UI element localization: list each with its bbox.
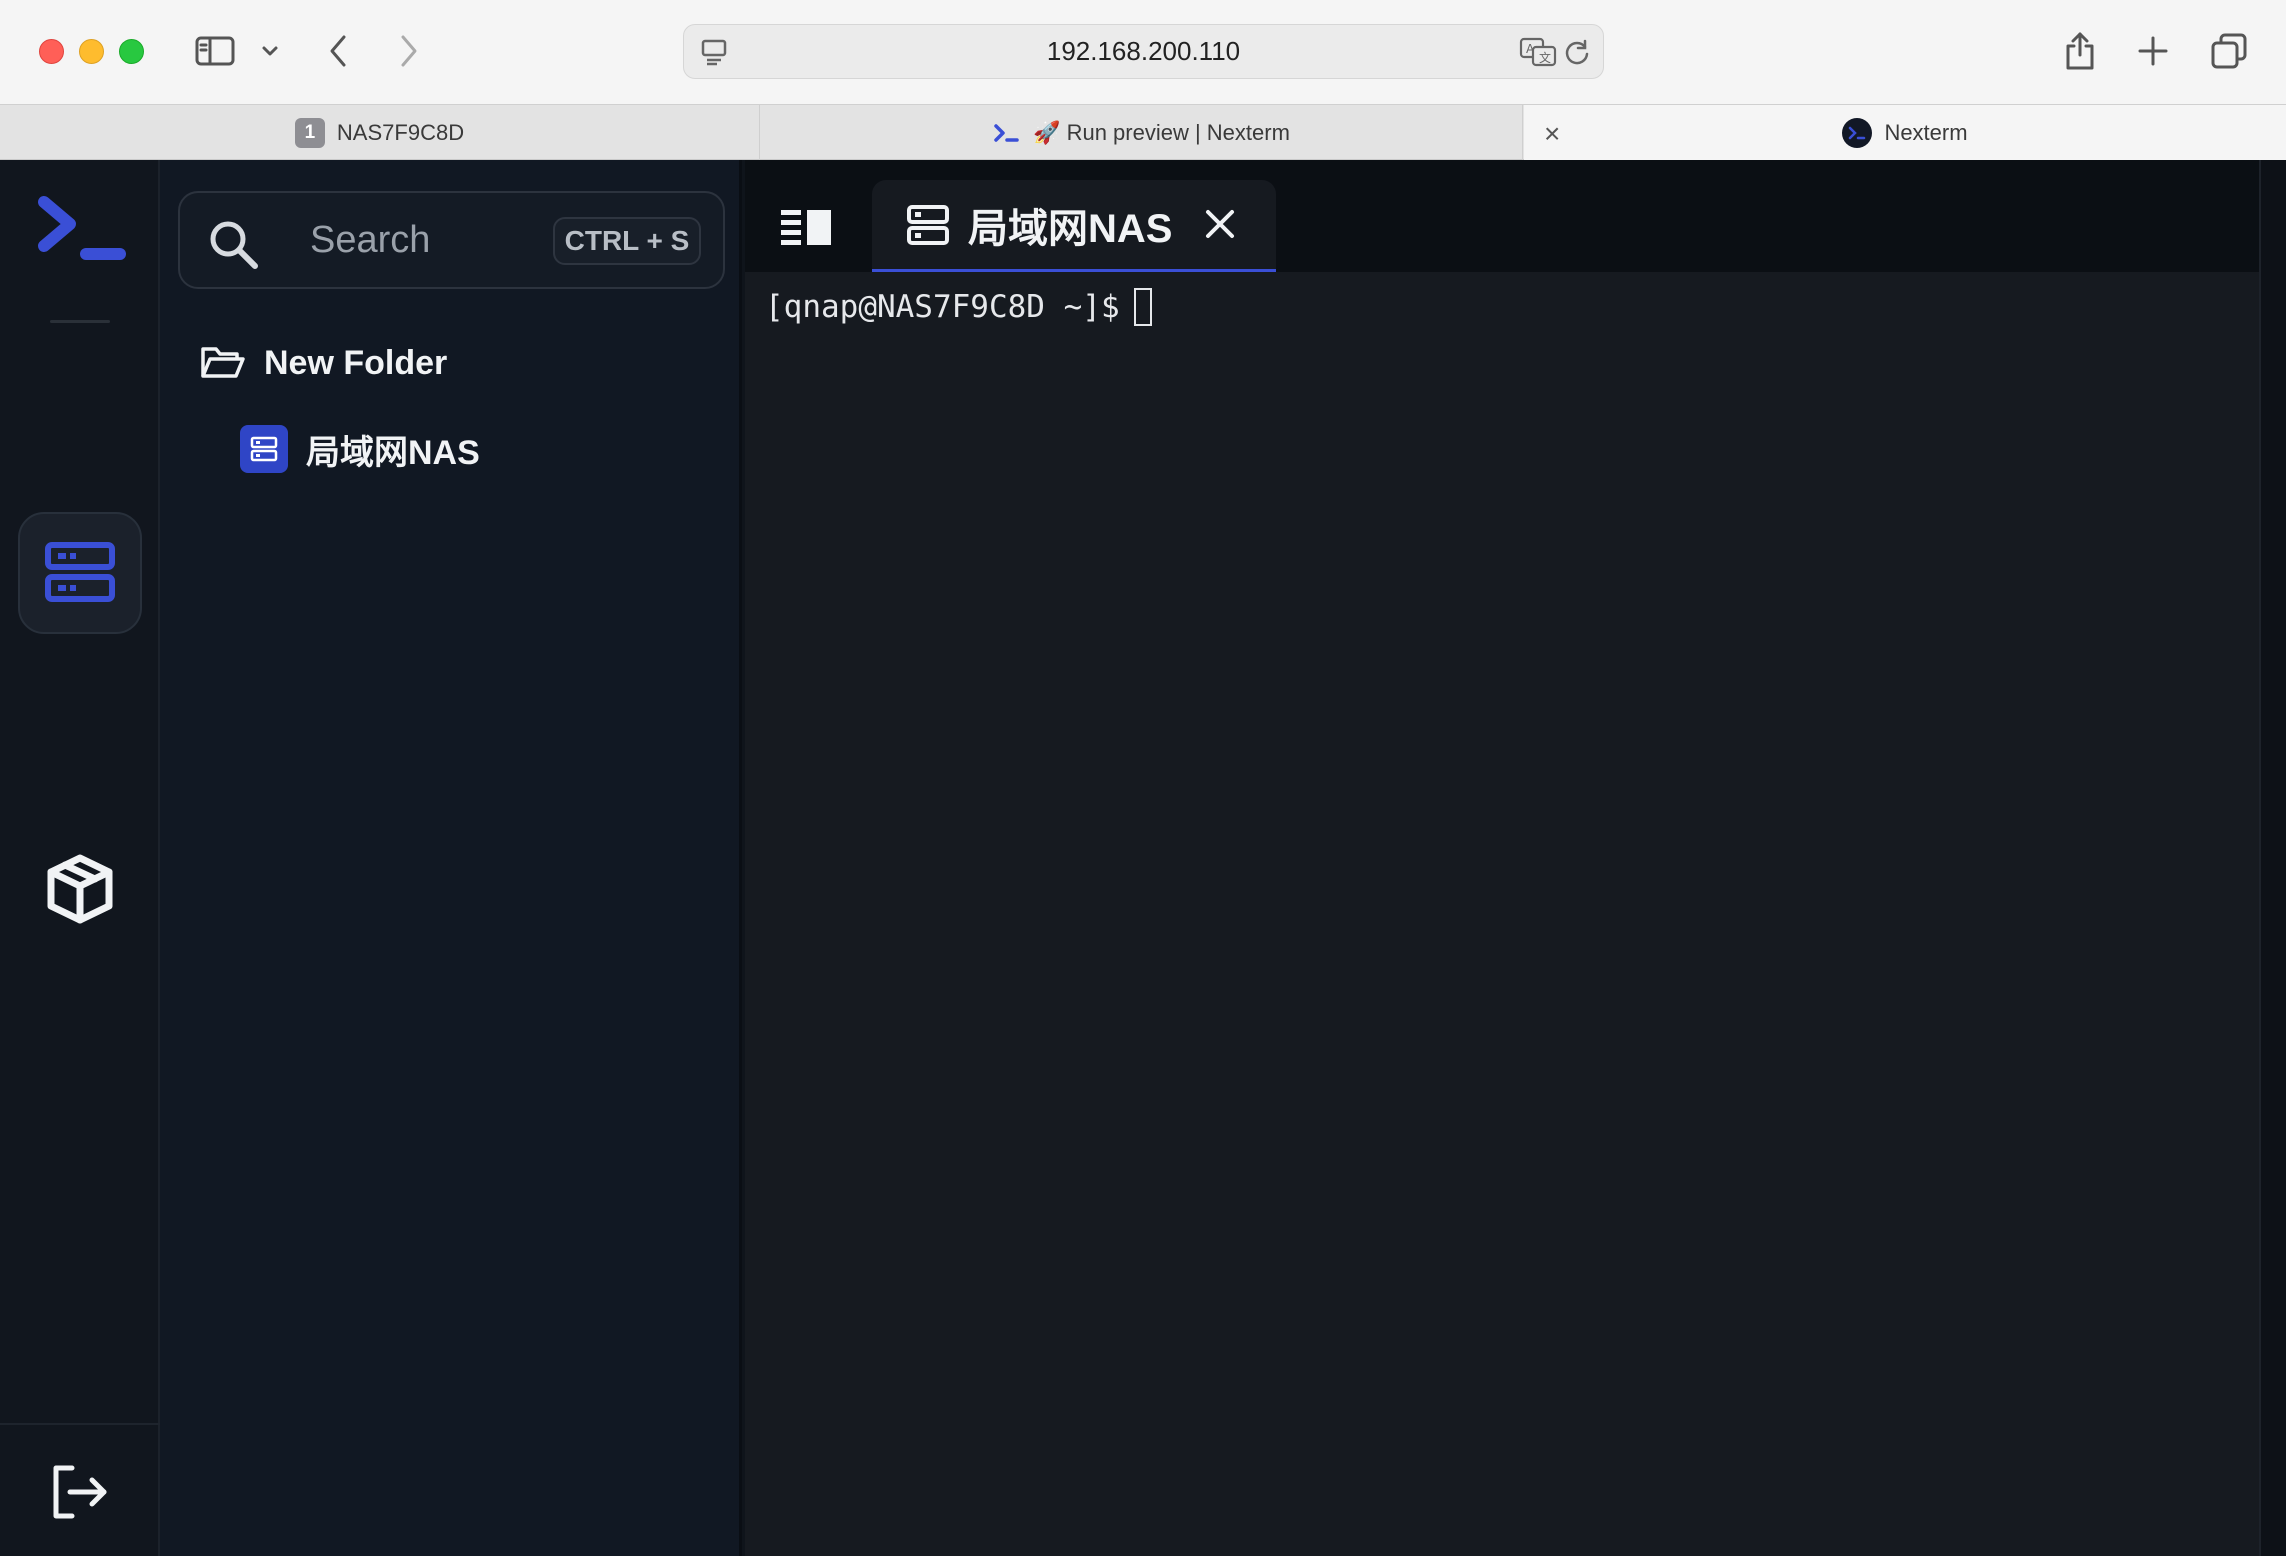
nexterm-app: Search CTRL + S New Folder 局域网NAS 局域网NAS… <box>0 160 2286 1556</box>
browser-tab-label: Nexterm <box>1884 120 1968 145</box>
server-sidebar: Search CTRL + S New Folder 局域网NAS <box>160 160 742 1556</box>
svg-text:A: A <box>1526 42 1535 56</box>
folder-label: New Folder <box>264 343 448 382</box>
server-icon <box>240 425 288 473</box>
browser-tab-run-preview[interactable]: 🚀 Run preview | Nexterm <box>761 105 1523 160</box>
server-label: 局域网NAS <box>306 433 480 472</box>
svg-text:文: 文 <box>1539 50 1551 65</box>
server-icon <box>45 542 115 602</box>
url-text: 192.168.200.110 <box>1046 36 1241 66</box>
session-tab-bar: 局域网NAS <box>745 160 2259 272</box>
terminal-output[interactable]: [qnap@NAS7F9C8D ~]$ <box>765 288 1152 326</box>
search-shortcut-badge: CTRL + S <box>553 217 701 265</box>
box-icon <box>47 854 113 924</box>
nexterm-logo-icon[interactable] <box>34 194 130 271</box>
forward-icon[interactable] <box>389 28 429 74</box>
close-icon[interactable] <box>1202 206 1238 247</box>
minimize-window-button[interactable] <box>79 39 104 64</box>
close-window-button[interactable] <box>39 39 64 64</box>
search-icon <box>206 217 260 276</box>
address-bar[interactable]: 192.168.200.110 A文 <box>683 24 1604 79</box>
tab-number-badge: 1 <box>294 117 325 148</box>
rail-divider <box>50 320 110 323</box>
toggle-sidebar-icon[interactable] <box>781 208 833 253</box>
browser-tab-bar: 1 NAS7F9C8D 🚀 Run preview | Nexterm × Ne… <box>0 104 2286 161</box>
browser-tab-label: NAS7F9C8D <box>336 119 465 145</box>
rail-divider <box>0 1423 160 1425</box>
browser-tab-label: 🚀 Run preview | Nexterm <box>1033 119 1290 145</box>
scrollbar-track[interactable] <box>2259 160 2286 1556</box>
sidebar-toggle-icon[interactable] <box>192 28 238 74</box>
zoom-window-button[interactable] <box>119 39 144 64</box>
nexterm-favicon-icon <box>1842 118 1873 148</box>
folder-open-icon <box>201 347 245 378</box>
logout-icon[interactable] <box>48 1462 112 1527</box>
session-tab[interactable]: 局域网NAS <box>872 180 1276 272</box>
back-icon[interactable] <box>318 28 358 74</box>
chevron-down-icon[interactable] <box>258 28 282 74</box>
share-icon[interactable] <box>2060 28 2100 74</box>
new-tab-icon[interactable] <box>2133 28 2173 74</box>
server-item[interactable]: 局域网NAS <box>240 424 480 474</box>
server-icon <box>906 204 950 251</box>
browser-tab-nexterm[interactable]: × Nexterm <box>1524 105 2286 161</box>
folder-item[interactable]: New Folder <box>200 340 447 386</box>
terminal-area: 局域网NAS [qnap@NAS7F9C8D ~]$ <box>745 160 2259 1556</box>
nexterm-favicon-icon <box>994 123 1019 142</box>
reload-icon[interactable] <box>1563 38 1591 71</box>
terminal-prompt: [qnap@NAS7F9C8D ~]$ <box>765 289 1120 325</box>
tab-overview-icon[interactable] <box>2208 28 2250 74</box>
servers-button[interactable] <box>18 512 142 634</box>
search-placeholder: Search <box>310 218 431 261</box>
close-tab-icon[interactable]: × <box>1544 118 1560 150</box>
nav-rail <box>0 160 160 1556</box>
browser-toolbar: 192.168.200.110 A文 <box>0 0 2286 104</box>
terminal-cursor <box>1133 288 1152 326</box>
browser-tab-nas[interactable]: 1 NAS7F9C8D <box>0 105 760 160</box>
translate-icon[interactable]: A文 <box>1519 37 1557 72</box>
search-input[interactable]: Search CTRL + S <box>178 191 725 289</box>
session-tab-label: 局域网NAS <box>968 206 1173 251</box>
apps-button[interactable] <box>18 828 142 950</box>
